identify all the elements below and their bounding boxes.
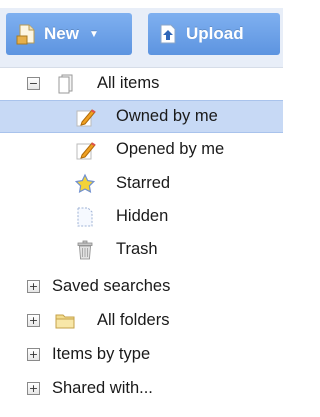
tree-item-all-folders[interactable]: + All folders (0, 304, 283, 337)
document-stack-icon (54, 73, 76, 95)
tree-item-label: Trash (116, 240, 158, 258)
expand-toggle[interactable]: + (27, 314, 40, 327)
upload-icon (156, 22, 180, 46)
tree-item-label: Hidden (116, 207, 169, 225)
folder-icon (54, 310, 76, 332)
tree-item-saved-searches[interactable]: + Saved searches (0, 270, 283, 303)
hidden-document-icon (74, 206, 96, 228)
new-button-label: New (44, 24, 79, 43)
upload-button-label: Upload (186, 24, 244, 43)
tree-item-starred[interactable]: Starred (0, 167, 283, 200)
tree-item-label: Owned by me (116, 107, 218, 125)
chevron-down-icon: ▼ (88, 28, 99, 40)
tree-item-all-items[interactable]: − All items (0, 67, 283, 100)
tree-item-label: Shared with... (52, 379, 153, 397)
tree-item-opened-by-me[interactable]: Opened by me (0, 133, 283, 166)
trash-icon (74, 239, 96, 261)
tree-item-owned-by-me[interactable]: Owned by me (0, 100, 283, 133)
tree-item-label: Items by type (52, 345, 151, 363)
star-icon (74, 173, 96, 195)
collapse-toggle[interactable]: − (27, 77, 40, 90)
tree-item-label: Starred (116, 174, 171, 192)
expand-toggle[interactable]: + (27, 280, 40, 293)
expand-toggle[interactable]: + (27, 348, 40, 361)
tree-item-trash[interactable]: Trash (0, 233, 283, 266)
new-button[interactable]: New ▼ (6, 13, 132, 55)
pencil-document-icon (74, 139, 96, 161)
tree-item-hidden[interactable]: Hidden (0, 200, 283, 233)
toolbar: New ▼ Upload (0, 0, 283, 68)
tree-item-shared-with[interactable]: + Shared with... (0, 372, 283, 405)
expand-toggle[interactable]: + (27, 382, 40, 395)
upload-button[interactable]: Upload (148, 13, 280, 55)
tree-item-label: All items (97, 74, 160, 92)
tree-item-items-by-type[interactable]: + Items by type (0, 338, 283, 371)
new-document-icon (14, 22, 38, 46)
pencil-document-icon (74, 106, 96, 128)
tree-item-label: Opened by me (116, 140, 225, 158)
tree-item-label: Saved searches (52, 277, 171, 295)
tree-item-label: All folders (97, 311, 170, 329)
